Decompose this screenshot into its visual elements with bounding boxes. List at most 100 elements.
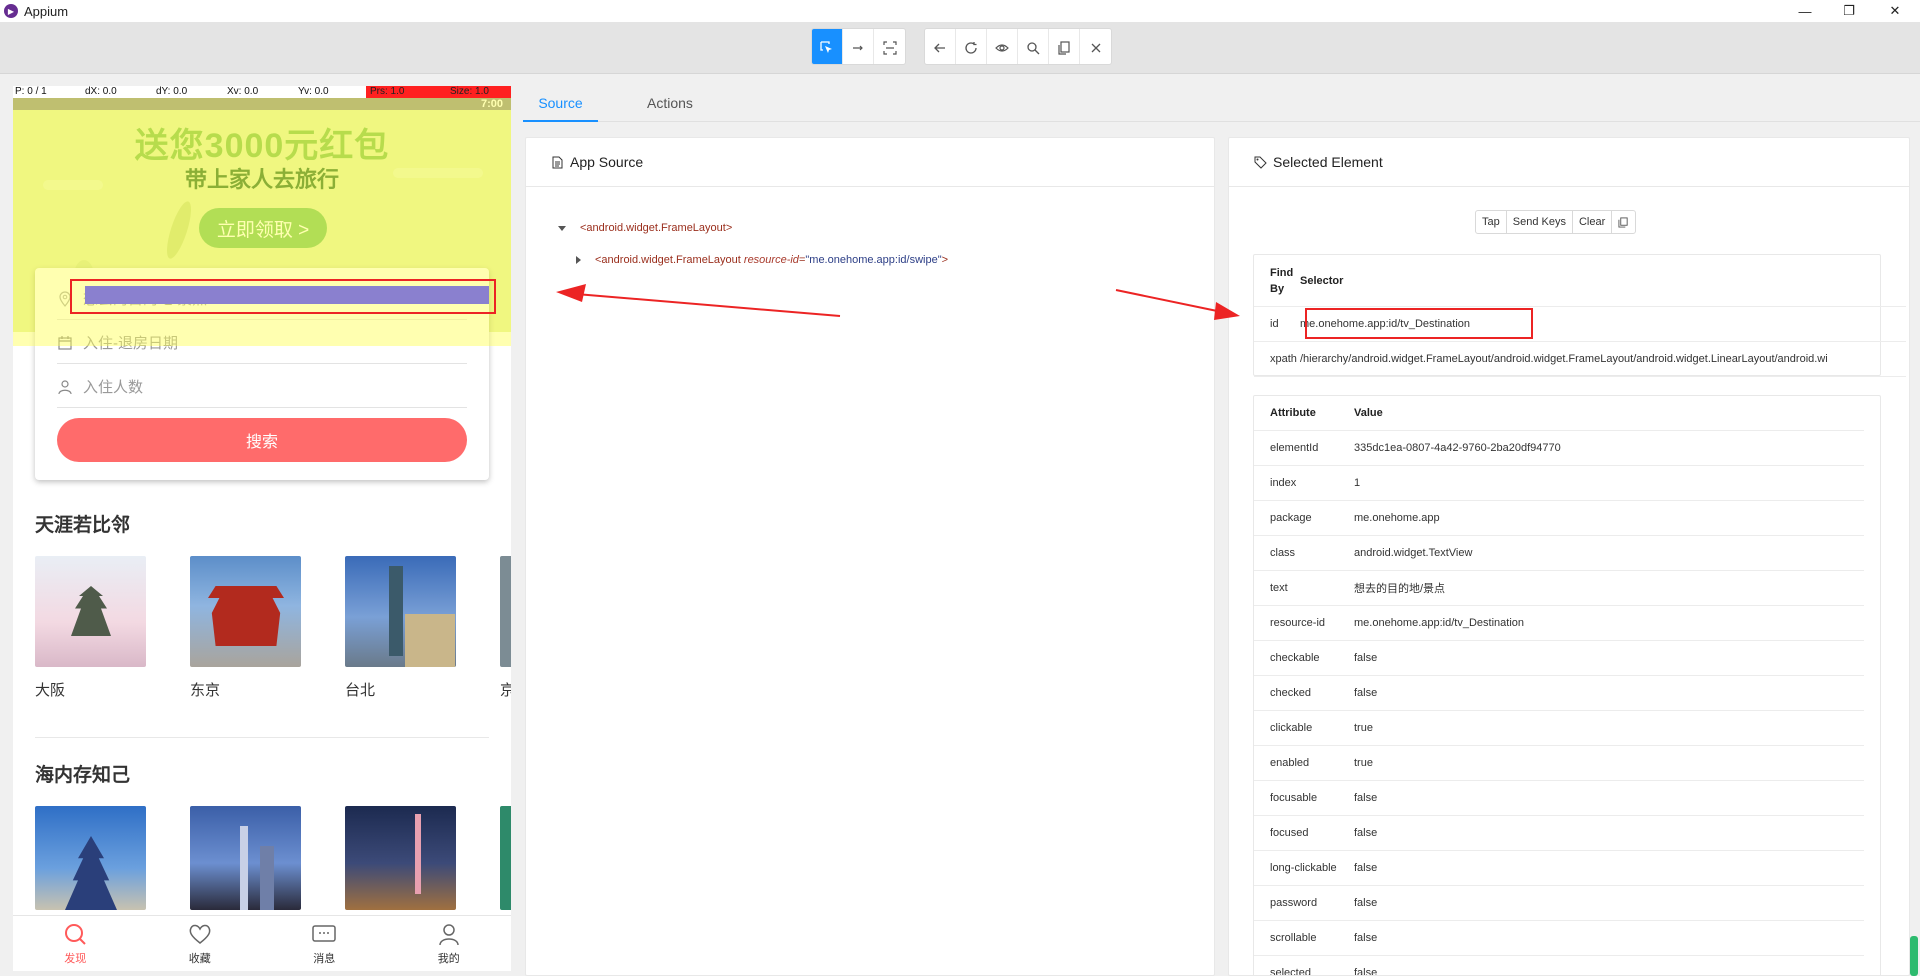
tag-icon — [1254, 156, 1267, 169]
city-card[interactable] — [500, 806, 511, 910]
toggle-attributes-button[interactable] — [987, 29, 1018, 64]
copy-icon — [1058, 40, 1070, 55]
attribute-value: true — [1354, 757, 1373, 769]
window-title: Appium — [24, 3, 69, 19]
refresh-button[interactable] — [956, 29, 987, 64]
file-icon — [552, 156, 563, 168]
selector-table-header: Find By Selector — [1254, 255, 1906, 307]
pointer-pressure: Prs: 1.0 — [366, 86, 438, 98]
attribute-name: clickable — [1270, 722, 1313, 734]
tree-node-end: > — [941, 254, 949, 266]
tab-label: 消息 — [313, 953, 336, 965]
attribute-value: false — [1354, 827, 1378, 839]
tree-node-root[interactable]: <android.widget.FrameLayout> — [558, 222, 732, 234]
attribute-name: index — [1270, 477, 1297, 489]
element-actions: Tap Send Keys Clear — [1475, 210, 1637, 234]
bottom-tab-bar: 发现 收藏 消息 我的 — [13, 915, 511, 971]
city-name: 台北 — [345, 682, 376, 699]
city-card[interactable]: 台北 — [345, 556, 456, 700]
city-card[interactable]: 大阪 — [35, 556, 146, 700]
tap-coordinates-button[interactable] — [874, 29, 905, 64]
restore-button[interactable]: ❐ — [1826, 0, 1872, 22]
section-title-neighbors: 天涯若比邻 — [35, 515, 131, 536]
attribute-row: focused false — [1254, 816, 1864, 851]
caret-right-icon[interactable] — [576, 256, 581, 265]
attribute-value: 335dc1ea-0807-4a42-9760-2ba20df94770 — [1354, 442, 1561, 454]
tab-discover[interactable]: 发现 — [13, 916, 138, 971]
clear-button[interactable]: Clear — [1573, 211, 1613, 233]
annotation-box-selector — [1305, 308, 1533, 339]
attribute-value: false — [1354, 897, 1378, 909]
attribute-name: checkable — [1270, 652, 1320, 664]
pointer-size: Size: 1.0 — [438, 86, 511, 98]
attribute-name: class — [1270, 547, 1296, 559]
tree-node-label: <android.widget.FrameLayout> — [580, 222, 733, 234]
attribute-row: clickable true — [1254, 711, 1864, 746]
selector-row-xpath[interactable]: xpath /hierarchy/android.widget.FrameLay… — [1254, 342, 1906, 377]
device-screenshot[interactable]: P: 0 / 1 dX: 0.0 dY: 0.0 Xv: 0.0 Yv: 0.0… — [13, 86, 511, 971]
attribute-row: focusable false — [1254, 781, 1864, 816]
eye-icon — [995, 43, 1009, 52]
header-find-by: Find By — [1270, 266, 1294, 295]
attribute-table-header: Attribute Value — [1254, 396, 1864, 431]
tap-button[interactable]: Tap — [1476, 211, 1507, 233]
tab-actions[interactable]: Actions — [639, 86, 701, 122]
attribute-row: resource-id me.onehome.app:id/tv_Destinat… — [1254, 606, 1864, 641]
city-card[interactable] — [35, 806, 146, 910]
find-by-value: xpath — [1270, 353, 1297, 365]
scrollbar-thumb[interactable] — [1910, 936, 1918, 976]
select-elements-button[interactable] — [812, 29, 843, 64]
swipe-button[interactable] — [843, 29, 874, 64]
minimize-button[interactable]: — — [1782, 0, 1828, 22]
guests-field[interactable]: 入住人数 — [57, 366, 467, 408]
quit-session-button[interactable] — [1080, 29, 1111, 64]
city-image — [190, 556, 301, 667]
city-image — [500, 556, 511, 667]
header-selector: Selector — [1300, 274, 1344, 287]
copy-attributes-button[interactable] — [1612, 211, 1635, 233]
tree-node-tag: <android.widget.FrameLayout — [595, 254, 744, 266]
search-element-button[interactable] — [1018, 29, 1049, 64]
attribute-value: android.widget.TextView — [1354, 547, 1473, 559]
tab-messages[interactable]: 消息 — [262, 916, 387, 971]
city-image — [190, 806, 301, 910]
copy-xml-button[interactable] — [1049, 29, 1080, 64]
attribute-value: false — [1354, 932, 1378, 944]
attribute-row: long-clickable false — [1254, 851, 1864, 886]
tab-label: 发现 — [64, 953, 87, 965]
tab-source[interactable]: Source — [523, 86, 598, 122]
city-card[interactable] — [190, 806, 301, 910]
panel-title: Selected Element — [1273, 154, 1383, 170]
main-tabs: Source Actions — [523, 86, 1920, 122]
attribute-value: false — [1354, 652, 1378, 664]
appium-logo-icon: ▶ — [4, 4, 18, 18]
tree-node-child[interactable]: <android.widget.FrameLayout resource-id=… — [576, 254, 948, 266]
attribute-name: selected — [1270, 967, 1311, 976]
attribute-row: password false — [1254, 886, 1864, 921]
attribute-name: scrollable — [1270, 932, 1317, 944]
user-icon — [439, 924, 459, 946]
claim-now-button[interactable]: 立即领取 > — [199, 208, 327, 248]
city-card[interactable]: 东京 — [190, 556, 301, 700]
app-source-header: App Source — [526, 138, 1214, 187]
city-card[interactable] — [345, 806, 456, 910]
interaction-mode-group — [811, 28, 906, 65]
pointer-xv: Xv: 0.0 — [227, 86, 259, 97]
close-window-button[interactable]: ✕ — [1872, 0, 1918, 22]
pointer-location-bar: P: 0 / 1 dX: 0.0 dY: 0.0 Xv: 0.0 Yv: 0.0… — [13, 86, 511, 98]
attribute-name: password — [1270, 897, 1318, 909]
arrow-left-icon — [934, 43, 945, 52]
tab-favorites[interactable]: 收藏 — [138, 916, 263, 971]
caret-down-icon[interactable] — [558, 225, 566, 231]
tab-label: 我的 — [437, 953, 460, 965]
tab-profile[interactable]: 我的 — [387, 916, 512, 971]
attribute-row: elementId 335dc1ea-0807-4a42-9760-2ba20df… — [1254, 431, 1864, 466]
section-divider — [35, 737, 489, 738]
tree-node-attr: resource-id — [743, 254, 799, 266]
selector-value[interactable]: /hierarchy/android.widget.FrameLayout/an… — [1300, 353, 1828, 365]
dates-field[interactable]: 入住-退房日期 — [57, 322, 467, 364]
back-button[interactable] — [925, 29, 956, 64]
send-keys-button[interactable]: Send Keys — [1507, 211, 1573, 233]
search-button[interactable]: 搜索 — [57, 418, 467, 462]
city-card[interactable]: 京 — [500, 556, 511, 700]
